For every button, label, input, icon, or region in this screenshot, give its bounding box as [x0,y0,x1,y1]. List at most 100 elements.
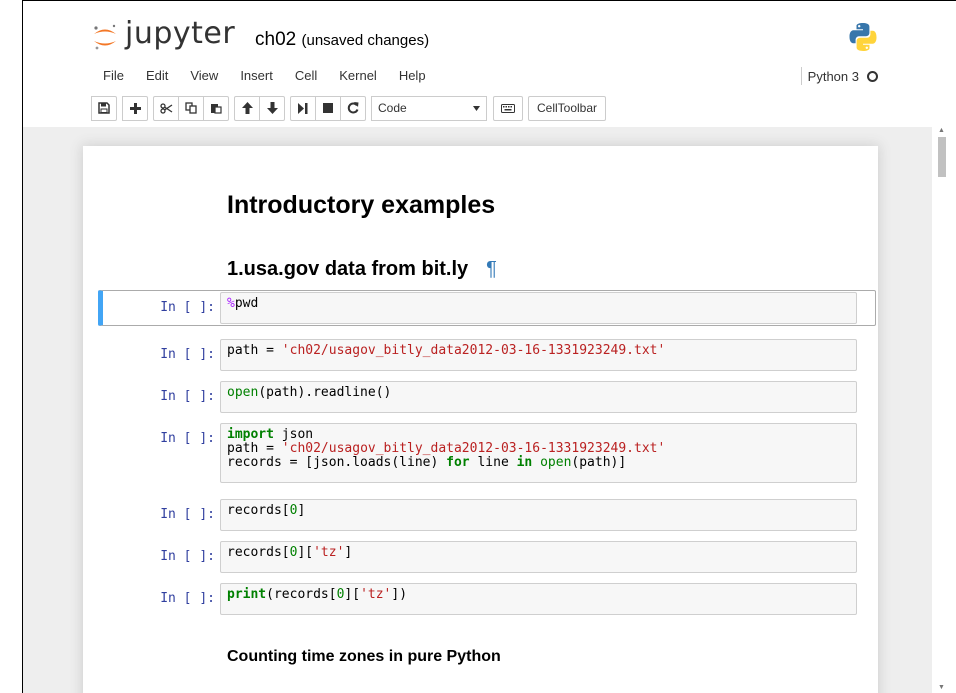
code-line: path = 'ch02/usagov_bitly_data2012-03-16… [227,442,850,456]
code-input[interactable]: %pwd [220,292,857,324]
notebook-name[interactable]: ch02 [255,29,296,50]
kernel-idle-icon [867,70,878,82]
vertical-scrollbar[interactable]: ▲ ▼ [932,127,955,693]
menubar: File Edit View Insert Cell Kernel Help Python … [91,63,883,89]
move-cell-down-button[interactable] [259,95,285,121]
code-token: in [516,455,533,470]
code-input[interactable]: import json path = 'ch02/usagov_bitly_dat… [220,423,857,483]
code-cell[interactable]: In [ ]: path = 'ch02/usagov_bitly_data201… [83,339,878,371]
cell-type-select[interactable]: Code [371,95,487,121]
anchor-link[interactable]: ¶ [486,258,497,281]
code-token: records[ [227,545,290,560]
code-line: records[0] [227,504,850,518]
code-token: 'ch02/usagov_bitly_data2012-03-16-133192… [281,441,666,456]
notebook-title[interactable]: ch02 (unsaved changes) [255,29,429,51]
kernel-indicator[interactable]: Python 3 [800,67,878,85]
code-line: records[0]['tz'] [227,546,850,560]
jupyter-logo[interactable]: jupyter [91,16,236,57]
scrollbar-thumb[interactable] [938,137,946,177]
cut-icon [159,102,172,114]
menu-kernel[interactable]: Kernel [328,63,388,89]
code-line: open(path).readline() [227,386,850,400]
cell-type-value: Code [378,101,407,115]
code-input[interactable]: path = 'ch02/usagov_bitly_data2012-03-16… [220,339,857,371]
save-icon [98,102,110,114]
code-token: (path)] [571,455,627,470]
arrow-down-icon [266,102,278,114]
menu-file[interactable]: File [91,63,135,89]
stop-icon [323,103,333,113]
code-token: for [446,455,470,470]
input-prompt: In [ ]: [160,591,215,606]
paste-button[interactable] [203,95,229,121]
menu-cell[interactable]: Cell [284,63,328,89]
input-prompt: In [ ]: [160,347,215,362]
menu-help[interactable]: Help [388,63,437,89]
input-prompt: In [ ]: [160,507,215,522]
code-input[interactable]: open(path).readline() [220,381,857,413]
save-button[interactable] [91,95,117,121]
python-logo-icon [849,23,877,51]
code-cell[interactable]: In [ ]: import json path = 'ch02/usagov_bi… [83,423,878,483]
notebook-site[interactable]: Introductory examples 1.usa.gov data fro… [23,127,932,693]
menu-edit[interactable]: Edit [135,63,179,89]
menu-view[interactable]: View [179,63,229,89]
code-input[interactable]: records[0]['tz'] [220,541,857,573]
paste-icon [211,104,222,114]
move-cell-up-button[interactable] [234,95,260,121]
code-token: json [273,427,314,442]
run-icon [298,102,308,114]
code-token: ]) [391,587,408,602]
restart-kernel-button[interactable] [340,95,366,121]
markdown-heading-introductory[interactable]: Introductory examples [227,191,495,220]
code-input[interactable]: records[0] [220,499,857,531]
code-token: line [469,455,517,470]
markdown-heading-usagov[interactable]: 1.usa.gov data from bit.ly ¶ [227,258,497,281]
insert-cell-button[interactable] [122,95,148,121]
notebook-container: Introductory examples 1.usa.gov data fro… [83,146,878,693]
markdown-heading-counting[interactable]: Counting time zones in pure Python [227,648,501,666]
code-line: records = [json.loads(line) for line in … [227,456,850,470]
input-prompt: In [ ]: [160,549,215,564]
code-cell[interactable]: In [ ]: print(records[0]['tz']) [83,583,878,615]
interrupt-kernel-button[interactable] [315,95,341,121]
plus-icon [129,102,141,114]
command-palette-button[interactable] [493,95,523,121]
code-token: 'ch02/usagov_bitly_data2012-03-16-133192… [281,343,666,358]
code-token: path = [227,441,282,456]
code-token: import [227,427,274,442]
scroll-down-arrow-icon[interactable]: ▼ [938,684,945,691]
code-token: (records[ [266,587,337,602]
input-prompt: In [ ]: [160,431,215,446]
run-cell-button[interactable] [290,95,316,121]
code-cell[interactable]: In [ ]: open(path).readline() [83,381,878,413]
code-token: path = [227,343,282,358]
celltoolbar-button[interactable]: CellToolbar [528,95,607,121]
arrow-up-icon [241,102,253,114]
save-status: (unsaved changes) [301,32,430,49]
code-token: (path).readline() [258,385,392,400]
copy-icon [185,102,197,114]
menu-insert[interactable]: Insert [229,63,284,89]
code-cell[interactable]: In [ ]: %pwd [98,290,876,326]
cut-button[interactable] [153,95,179,121]
code-cell[interactable]: In [ ]: records[0] [83,499,878,531]
jupyter-logo-text: jupyter [125,16,236,51]
code-token: print [227,587,267,602]
code-token: records = [json.loads(line) [227,455,447,470]
kernel-name: Python 3 [807,68,859,84]
dropdown-arrow-icon [473,105,480,111]
scroll-up-arrow-icon[interactable]: ▲ [938,127,945,134]
main-toolbar: Code CellToolbar [91,95,607,121]
code-cell[interactable]: In [ ]: records[0]['tz'] [83,541,878,573]
input-prompt: In [ ]: [160,300,215,315]
code-line: path = 'ch02/usagov_bitly_data2012-03-16… [227,344,850,358]
code-input[interactable]: print(records[0]['tz']) [220,583,857,615]
heading-text: 1.usa.gov data from bit.ly [227,258,469,280]
copy-button[interactable] [178,95,204,121]
code-token: 'tz' [313,545,345,560]
code-token: open [227,385,259,400]
code-line: print(records[0]['tz']) [227,588,850,602]
code-token: ][ [297,545,314,560]
